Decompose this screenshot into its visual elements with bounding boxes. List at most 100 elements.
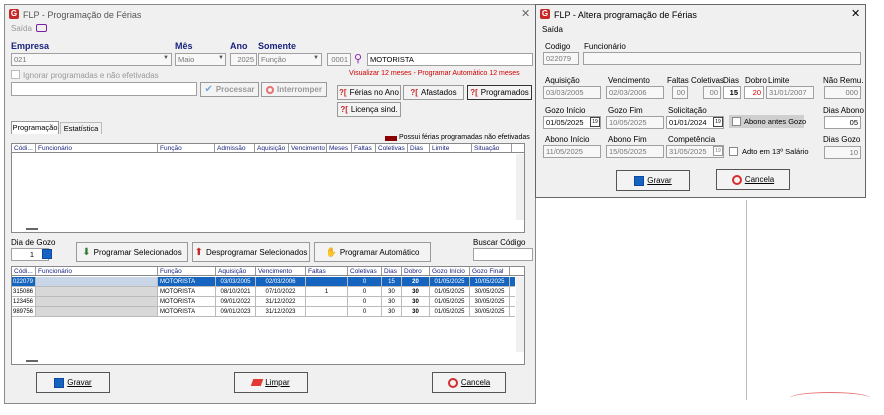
calendar-icon[interactable]: 19 bbox=[713, 117, 723, 127]
somente-dropdown-icon[interactable]: ▼ bbox=[313, 55, 319, 61]
nao-remu-input[interactable]: 000 bbox=[824, 86, 861, 99]
bracket-icon: ?[ bbox=[339, 88, 347, 97]
col-header[interactable]: Gozo Final bbox=[470, 267, 510, 275]
col-header[interactable]: Coletivas bbox=[376, 144, 408, 152]
ferias-ano-button[interactable]: ?[Férias no Ano bbox=[337, 85, 401, 100]
interromper-button[interactable]: Interromper bbox=[261, 82, 327, 97]
table-row[interactable]: 022079 MOTORISTA 03/03/2005 02/03/2006 0… bbox=[12, 277, 515, 287]
abono-antes-checkbox[interactable] bbox=[732, 117, 741, 126]
tab-programacao[interactable]: Programação bbox=[11, 121, 59, 134]
bottom-grid[interactable]: Códi... Funcionário Função Aquisição Ven… bbox=[11, 266, 525, 365]
gravar-button[interactable]: Gravar bbox=[36, 372, 110, 393]
funcao-code-input[interactable]: 0001 bbox=[327, 53, 351, 66]
tab-estatistica[interactable]: Estatística bbox=[60, 122, 102, 134]
col-header[interactable]: Aquisição bbox=[255, 144, 289, 152]
col-header[interactable]: Funcionário bbox=[36, 267, 158, 275]
col-header[interactable]: Dias bbox=[408, 144, 430, 152]
table-row[interactable]: 989756 MOTORISTA 09/01/2023 31/12/2023 0… bbox=[12, 307, 515, 317]
programados-button[interactable]: ?[Programados bbox=[467, 85, 532, 100]
desprogramar-selecionados-button[interactable]: ⬆ Desprogramar Selecionados bbox=[192, 242, 310, 262]
app-logo-icon: G bbox=[540, 9, 550, 19]
dialog-gravar-button[interactable]: Gravar bbox=[616, 170, 690, 191]
calendar-icon[interactable] bbox=[42, 249, 52, 259]
funcionario-label: Funcionário bbox=[584, 42, 626, 51]
ano-label: Ano bbox=[230, 41, 248, 51]
search-icon[interactable]: ⚲ bbox=[354, 52, 362, 65]
col-header[interactable]: Dias bbox=[382, 267, 402, 275]
col-header[interactable]: Faltas bbox=[352, 144, 376, 152]
main-window: G FLP - Programação de Férias ✕ Saída Em… bbox=[4, 4, 536, 404]
dobro-input[interactable]: 20 bbox=[744, 86, 764, 99]
vencimento-input[interactable]: 02/03/2006 bbox=[606, 86, 664, 99]
vertical-scrollbar[interactable] bbox=[516, 154, 524, 220]
table-row[interactable]: 315086 MOTORISTA 08/10/2021 07/10/2022 1… bbox=[12, 287, 515, 297]
aquisicao-input[interactable]: 03/03/2005 bbox=[543, 86, 601, 99]
col-header[interactable]: Dobro bbox=[402, 267, 430, 275]
funcao-name-field[interactable]: MOTORISTA bbox=[367, 53, 533, 66]
col-header[interactable]: Códi... bbox=[12, 267, 36, 275]
dias-abono-input[interactable]: 05 bbox=[824, 116, 861, 129]
top-grid[interactable]: Códi... Funcionário Função Admissão Aqui… bbox=[11, 143, 525, 233]
col-header[interactable]: Situação bbox=[472, 144, 512, 152]
faltas-input[interactable]: 00 bbox=[672, 86, 688, 99]
ignorar-checkbox[interactable] bbox=[11, 70, 20, 79]
col-header[interactable]: Função bbox=[158, 267, 216, 275]
abono-inicio-input[interactable]: 11/05/2025 bbox=[543, 145, 601, 158]
table-row[interactable]: 123456 MOTORISTA 09/01/2022 31/12/2022 0… bbox=[12, 297, 515, 307]
col-header[interactable]: Faltas bbox=[306, 267, 348, 275]
limite-input[interactable]: 31/01/2007 bbox=[766, 86, 814, 99]
programar-selecionados-button[interactable]: ⬇ Programar Selecionados bbox=[76, 242, 188, 262]
close-icon[interactable]: ✕ bbox=[521, 7, 530, 20]
dialog-title: FLP - Altera programação de Férias bbox=[554, 10, 697, 20]
menu-saida[interactable]: Saída bbox=[542, 25, 563, 34]
col-header[interactable]: Códi... bbox=[12, 144, 36, 152]
dia-gozo-label: Dia de Gozo bbox=[11, 238, 56, 247]
menu-saida[interactable]: Saída bbox=[11, 24, 32, 33]
licenca-button[interactable]: ?[Licença sind. bbox=[337, 102, 401, 117]
calendar-icon[interactable]: 19 bbox=[713, 146, 723, 156]
dias-abono-label: Dias Abono bbox=[823, 106, 864, 115]
calendar-icon[interactable]: 19 bbox=[590, 117, 600, 127]
background-divider bbox=[746, 200, 747, 400]
col-header[interactable]: Coletivas bbox=[348, 267, 382, 275]
app-logo-icon: G bbox=[9, 9, 19, 19]
empresa-select[interactable]: 021 bbox=[11, 53, 172, 66]
ano-input[interactable]: 2025 bbox=[230, 53, 257, 66]
gozo-fim-input[interactable]: 10/05/2025 bbox=[606, 116, 664, 129]
cancela-button[interactable]: Cancela bbox=[432, 372, 506, 393]
abono-fim-input[interactable]: 15/05/2025 bbox=[606, 145, 664, 158]
col-header[interactable]: Funcionário bbox=[36, 144, 158, 152]
dialog-cancela-button[interactable]: Cancela bbox=[716, 169, 790, 190]
col-header[interactable]: Meses bbox=[327, 144, 352, 152]
empresa-dropdown-icon[interactable]: ▼ bbox=[163, 55, 169, 61]
close-icon[interactable]: ✕ bbox=[851, 7, 860, 20]
col-header[interactable]: Vencimento bbox=[289, 144, 327, 152]
col-header[interactable]: Função bbox=[158, 144, 215, 152]
limpar-button[interactable]: Limpar bbox=[234, 372, 308, 393]
codigo-input[interactable]: 022079 bbox=[543, 52, 579, 65]
horizontal-scrollbar[interactable] bbox=[26, 360, 38, 362]
col-header[interactable]: Gozo Início bbox=[430, 267, 470, 275]
save-icon bbox=[634, 175, 645, 186]
mes-dropdown-icon[interactable]: ▼ bbox=[218, 55, 224, 61]
dias-input[interactable]: 15 bbox=[723, 86, 741, 99]
col-header[interactable]: Vencimento bbox=[256, 267, 306, 275]
adto-checkbox[interactable] bbox=[729, 147, 738, 156]
buscar-codigo-input[interactable] bbox=[473, 248, 533, 261]
afastados-button[interactable]: ?[Afastados bbox=[403, 85, 464, 100]
visualizar-text: Visualizar 12 meses - Programar Automáti… bbox=[349, 70, 520, 77]
col-header[interactable]: Aquisição bbox=[216, 267, 256, 275]
processar-button[interactable]: ✔ Processar bbox=[200, 82, 259, 97]
programar-automatico-button[interactable]: ✋ Programar Automático bbox=[314, 242, 431, 262]
abono-fim-label: Abono Fim bbox=[608, 135, 647, 144]
status-text-field[interactable] bbox=[11, 82, 197, 96]
chat-icon[interactable] bbox=[36, 24, 47, 32]
vertical-scrollbar[interactable] bbox=[516, 277, 524, 352]
coletivas-input[interactable]: 00 bbox=[703, 86, 721, 99]
col-header[interactable]: Admissão bbox=[215, 144, 255, 152]
cancel-icon bbox=[731, 174, 742, 185]
horizontal-scrollbar[interactable] bbox=[26, 228, 38, 230]
funcionario-input[interactable] bbox=[583, 52, 861, 65]
col-header[interactable]: Limite bbox=[430, 144, 472, 152]
dias-gozo-input[interactable]: 10 bbox=[824, 146, 861, 159]
